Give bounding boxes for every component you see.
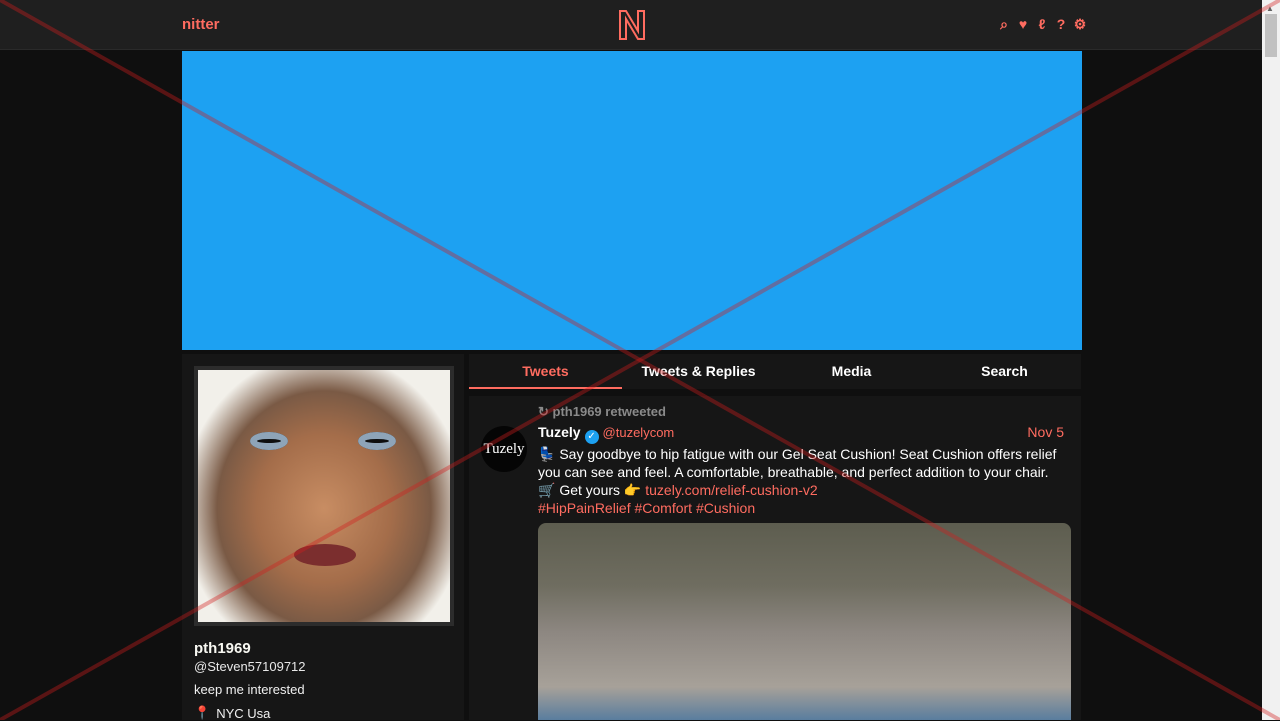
profile-username[interactable]: @Steven57109712 (194, 659, 306, 674)
help-icon[interactable]: ? (1054, 16, 1068, 32)
scroll-up-icon[interactable]: ▲ (1266, 4, 1274, 13)
profile-location: 📍 NYC Usa (194, 705, 270, 721)
pointing-emoji-icon: 👉 (623, 482, 642, 498)
scrollbar-thumb[interactable] (1265, 14, 1277, 57)
tweet-hashtags[interactable]: #HipPainRelief #Comfort #Cushion (538, 500, 755, 516)
nitter-logo-icon[interactable] (617, 8, 647, 42)
right-eye (358, 432, 396, 450)
tab-tweets[interactable]: Tweets (469, 354, 622, 389)
vertical-scrollbar[interactable] (1262, 0, 1280, 720)
profile-fullname: pth1969 (194, 640, 251, 657)
avatar[interactable] (198, 370, 450, 622)
tweet-link[interactable]: tuzely.com/relief-cushion-v2 (645, 482, 817, 498)
twitter-icon[interactable]: ♥ (1016, 16, 1030, 32)
timeline: ↻ pth1969 retweeted Tuzely Tuzely ✓ @tuzel… (469, 396, 1081, 720)
verified-badge-icon: ✓ (584, 430, 599, 444)
profile-banner (182, 51, 1082, 350)
avatar-frame[interactable] (194, 366, 454, 626)
tweet-text-line1: Say goodbye to hip fatigue with our Gel … (538, 446, 1057, 480)
tab-tweets-replies[interactable]: Tweets & Replies (622, 354, 775, 389)
retweet-header: ↻ pth1969 retweeted (538, 404, 666, 420)
location-text: NYC Usa (216, 705, 271, 721)
cart-emoji-icon: 🛒 (538, 482, 556, 498)
tweet-avatar[interactable]: Tuzely (481, 426, 527, 472)
profile-card: pth1969 @Steven57109712 keep me interest… (182, 354, 464, 721)
retweet-text: pth1969 retweeted (552, 404, 666, 419)
nav-icons: ⌕ ♥ ℓ ? ⚙ (997, 16, 1087, 33)
tweet-author-name[interactable]: Tuzely (538, 424, 581, 440)
tab-media[interactable]: Media (775, 354, 928, 389)
navbar: nitter ⌕ ♥ ℓ ? ⚙ (0, 0, 1262, 50)
tab-search[interactable]: Search (928, 354, 1081, 389)
location-pin-icon: 📍 (194, 705, 211, 720)
tweet-date[interactable]: Nov 5 (1027, 424, 1064, 440)
profile-bio: keep me interested (194, 682, 305, 697)
tweet-text-line2: Get yours (559, 482, 621, 498)
nitter-home-link[interactable]: nitter (182, 16, 220, 33)
tweet-author-handle[interactable]: @tuzelycom (603, 425, 675, 440)
left-eye (250, 432, 288, 450)
lp-icon[interactable]: ℓ (1035, 16, 1049, 32)
search-icon[interactable]: ⌕ (997, 16, 1011, 32)
tweet-text: 💺 Say goodbye to hip fatigue with our Ge… (538, 445, 1063, 499)
tweet-media[interactable] (538, 523, 1071, 720)
chair-emoji-icon: 💺 (538, 446, 556, 462)
retweet-icon: ↻ (538, 404, 549, 419)
profile-tabs: Tweets Tweets & Replies Media Search (469, 354, 1081, 389)
mouth (294, 544, 356, 566)
tweet-header: Tuzely ✓ @tuzelycom Nov 5 (538, 424, 1072, 444)
gear-icon[interactable]: ⚙ (1073, 16, 1087, 32)
